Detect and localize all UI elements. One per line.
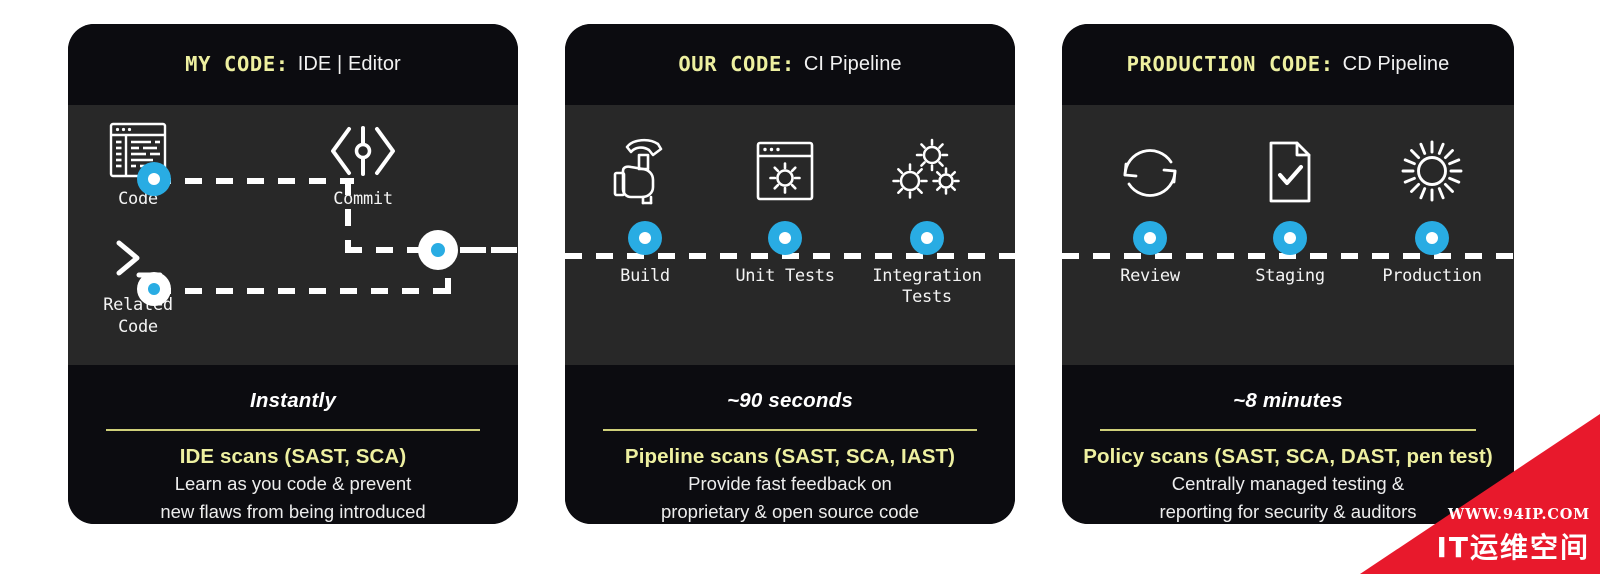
node-staging[interactable]: [1273, 220, 1307, 255]
dash-related-to-riser: [154, 287, 454, 294]
panel-title-strong: OUR CODE:: [678, 52, 795, 77]
stage-production[interactable]: Production: [1357, 127, 1507, 288]
panel-header-my-code: MY CODE: IDE | Editor: [68, 24, 518, 105]
node-review[interactable]: [1133, 220, 1167, 255]
scan-desc-line2-our-code: proprietary & open source code: [660, 500, 920, 522]
panel-our-code: OUR CODE: CI Pipeline Build Unit Tests I…: [565, 24, 1015, 524]
document-check-icon: [1215, 127, 1365, 205]
timing-label-my-code: Instantly: [249, 388, 337, 412]
hammer-icon: [570, 127, 720, 205]
node-integration-tests[interactable]: [910, 220, 944, 255]
refresh-cycle-icon: [1075, 127, 1225, 205]
panel-footer-our-code: ~90 seconds Pipeline scans (SAST, SCA, I…: [565, 364, 1015, 524]
scan-title-our-code: Pipeline scans (SAST, SCA, IAST): [624, 444, 956, 468]
panel-body-production-code: Review Staging Production: [1062, 104, 1514, 365]
stage-staging[interactable]: Staging: [1215, 127, 1365, 288]
node-production[interactable]: [1415, 220, 1449, 255]
panel-title-strong: PRODUCTION CODE:: [1126, 52, 1334, 77]
node-unit-tests[interactable]: [768, 220, 802, 255]
panel-body-our-code: Build Unit Tests Integration Tests: [565, 104, 1015, 365]
dash-code-to-corner: [154, 177, 354, 184]
panel-body-my-code: Code Related Code Commit: [68, 104, 518, 365]
stage-integration-tests[interactable]: Integration Tests: [852, 127, 1002, 310]
stage-build[interactable]: Build: [570, 127, 720, 288]
pipeline-diagram: MY CODE: IDE | Editor Code Related Code …: [0, 0, 1600, 574]
flow-label-commit: Commit: [333, 188, 393, 209]
terminal-prompt-icon: [68, 223, 213, 285]
watermark-site-name: IT运维空间: [1436, 531, 1590, 564]
panel-title-rest: IDE | Editor: [297, 52, 401, 75]
node-build[interactable]: [628, 220, 662, 255]
dash-commit-outflow: [460, 246, 518, 253]
panel-footer-production-code: ~8 minutes Policy scans (SAST, SCA, DAST…: [1062, 364, 1514, 524]
panel-header-our-code: OUR CODE: CI Pipeline: [565, 24, 1015, 105]
node-related-code[interactable]: [137, 271, 171, 306]
scan-desc-line1-production-code: Centrally managed testing &: [1171, 473, 1405, 495]
stage-label-staging: Staging: [1255, 265, 1325, 286]
node-commit[interactable]: [418, 229, 458, 270]
panel-title-rest: CI Pipeline: [803, 52, 902, 75]
scan-title-my-code: IDE scans (SAST, SCA): [179, 444, 407, 468]
scan-desc-line2-my-code: new flaws from being introduced: [160, 500, 426, 522]
footer-divider: [603, 428, 977, 431]
panel-my-code: MY CODE: IDE | Editor Code Related Code …: [68, 24, 518, 524]
stage-label-build: Build: [620, 265, 670, 286]
gear-icon: [1357, 127, 1507, 205]
stage-label-production: Production: [1382, 265, 1482, 286]
panel-title-rest: CD Pipeline: [1342, 52, 1450, 75]
stage-review[interactable]: Review: [1075, 127, 1225, 288]
flow-label-code: Code: [118, 188, 158, 209]
three-gears-icon: [852, 127, 1002, 205]
footer-divider: [106, 428, 480, 431]
panel-production-code: PRODUCTION CODE: CD Pipeline Review Stag…: [1062, 24, 1514, 524]
node-code[interactable]: [137, 161, 171, 196]
flow-graph-my-code: Code Related Code Commit: [68, 105, 518, 365]
stage-unit-tests[interactable]: Unit Tests: [710, 127, 860, 288]
stage-row-ci: Build Unit Tests Integration Tests: [565, 105, 1015, 365]
scan-desc-line1-my-code: Learn as you code & prevent: [174, 473, 412, 495]
scan-title-production-code: Policy scans (SAST, SCA, DAST, pen test): [1083, 444, 1493, 468]
scan-desc-line1-our-code: Provide fast feedback on: [688, 473, 892, 495]
panel-title-strong: MY CODE:: [185, 52, 289, 77]
browser-gear-icon: [710, 127, 860, 205]
timing-label-our-code: ~90 seconds: [727, 388, 853, 412]
panel-footer-my-code: Instantly IDE scans (SAST, SCA) Learn as…: [68, 364, 518, 524]
stage-label-unit-tests: Unit Tests: [735, 265, 835, 286]
footer-divider: [1100, 428, 1476, 431]
git-commit-icon: [288, 113, 438, 179]
stage-label-integration-tests: Integration Tests: [872, 265, 982, 308]
stage-row-cd: Review Staging Production: [1062, 105, 1514, 365]
timing-label-production-code: ~8 minutes: [1233, 388, 1343, 412]
scan-desc-line2-production-code: reporting for security & auditors: [1159, 500, 1417, 522]
panel-header-production-code: PRODUCTION CODE: CD Pipeline: [1062, 24, 1514, 105]
stage-label-review: Review: [1120, 265, 1180, 286]
flow-item-code: Code: [68, 113, 213, 210]
dash-corner-down: [345, 177, 351, 250]
flow-item-commit: Commit: [288, 113, 438, 210]
